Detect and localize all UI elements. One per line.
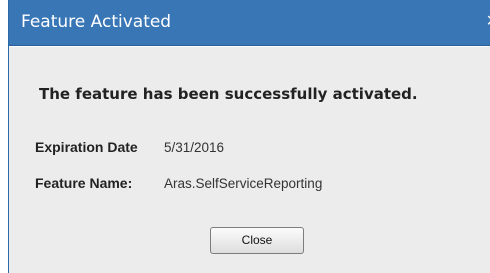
expiration-date-row: Expiration Date 5/31/2016 — [35, 139, 224, 155]
close-button[interactable]: Close — [210, 227, 304, 254]
close-icon[interactable]: × — [486, 10, 490, 32]
expiration-date-label: Expiration Date — [35, 139, 138, 155]
dialog-title: Feature Activated — [21, 12, 172, 32]
feature-name-label: Feature Name: — [35, 175, 133, 191]
feature-name-value: Aras.SelfServiceReporting — [164, 176, 323, 191]
dialog-body: The feature has been successfully activa… — [9, 46, 490, 273]
feature-activated-dialog: Feature Activated × The feature has been… — [8, 0, 490, 273]
expiration-date-value: 5/31/2016 — [164, 140, 225, 155]
success-message: The feature has been successfully activa… — [39, 85, 418, 103]
dialog-titlebar[interactable]: Feature Activated × — [9, 0, 490, 46]
feature-name-row: Feature Name: Aras.SelfServiceReporting — [35, 175, 322, 191]
